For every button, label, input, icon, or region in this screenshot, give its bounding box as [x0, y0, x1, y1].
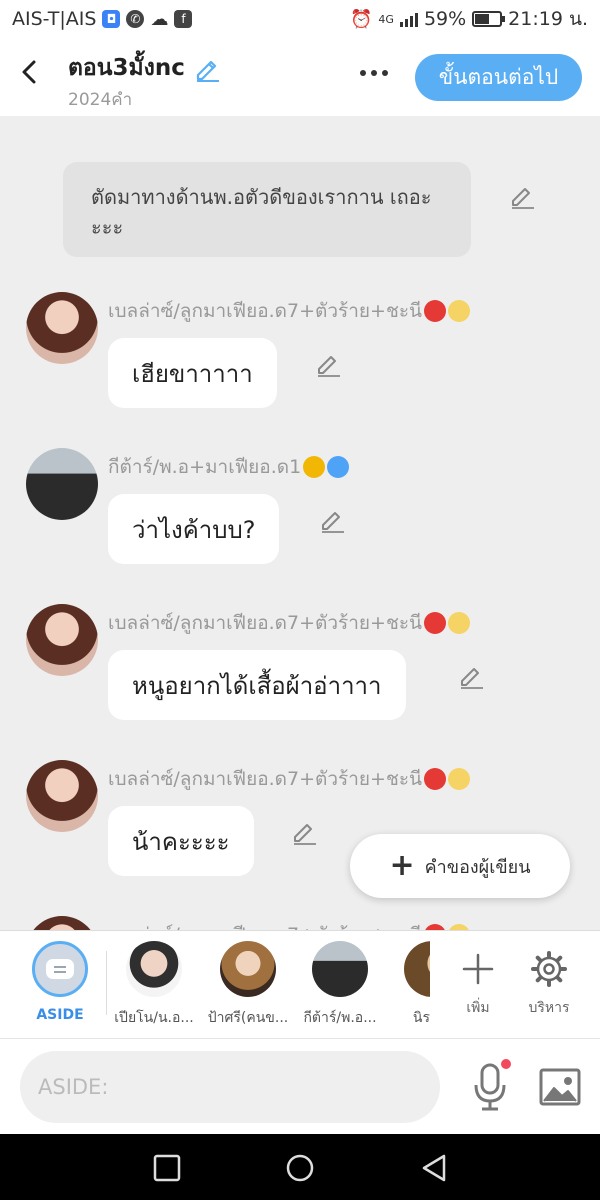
character-avatar — [404, 941, 430, 997]
edit-message-pencil-icon[interactable] — [457, 662, 485, 690]
character-label: ป้าศรี(คนข... — [207, 1010, 289, 1026]
character-avatar[interactable] — [26, 604, 98, 676]
shield-app-icon: ◘ — [102, 10, 121, 28]
character-name: เบลล่าซ์/ลูกมาเฟียอ.ด7+ตัวร้าย+ชะนี — [108, 296, 471, 326]
message-bubble[interactable]: เฮียขาาาาา — [108, 338, 277, 408]
back-nav-icon[interactable] — [418, 1152, 450, 1184]
battery-icon — [472, 11, 506, 27]
more-options-icon[interactable] — [352, 58, 396, 88]
composer-bar — [0, 1038, 600, 1134]
sweat-droplets-emoji-icon — [327, 456, 350, 478]
character-avatar — [126, 941, 182, 997]
character-chip[interactable]: เปียโน/น.อ... — [112, 941, 196, 1029]
divider — [106, 951, 107, 1015]
system-nav-bar — [0, 1134, 600, 1200]
status-bar: AIS-T|AIS ◘ ✆ ☁ f ⏰ 4G 59% 21:19 น. — [0, 0, 600, 38]
character-label: เปียโน/น.อ... — [114, 1010, 194, 1026]
character-avatar[interactable] — [26, 448, 98, 520]
edit-message-pencil-icon[interactable] — [290, 818, 318, 846]
crown-emoji-icon — [303, 456, 326, 478]
strawberry-emoji-icon — [424, 612, 447, 634]
cloud-icon: ☁ — [150, 8, 169, 30]
recent-apps-icon[interactable] — [151, 1152, 183, 1184]
character-avatar[interactable] — [26, 760, 98, 832]
narration-bubble[interactable]: ตัดมาทางด้านพ.อตัวดีของเรากาน เถอะะะะ — [63, 162, 471, 257]
author-note-button[interactable]: + คำของผู้เขียน — [350, 834, 570, 898]
chat-area[interactable]: ตัดมาทางด้านพ.อตัวดีของเรากาน เถอะะะะ เบ… — [0, 116, 600, 930]
word-count: 2024คำ — [68, 90, 133, 110]
edit-narration-pencil-icon[interactable] — [508, 182, 536, 210]
message-input[interactable] — [20, 1051, 440, 1123]
character-name: เบลล่าซ์/ลูกมาเฟียอ.ด7+ตัวร้าย+ชะนี — [108, 764, 471, 794]
sparkle-emoji-icon — [448, 612, 471, 634]
sparkle-emoji-icon — [448, 768, 471, 790]
character-name: เบลล่าซ์/ลูกมาเฟียอ.ด7+ตัวร้าย+ชะนี — [108, 920, 471, 930]
aside-avatar — [32, 941, 88, 997]
edit-title-pencil-icon[interactable] — [193, 54, 221, 82]
message-bubble[interactable]: น้าคะะะะ — [108, 806, 254, 876]
edit-message-pencil-icon[interactable] — [314, 350, 342, 378]
sparkle-emoji-icon — [448, 300, 471, 322]
episode-header: ตอน3มั้งnc 2024คำ ขั้นตอนต่อไป — [0, 38, 600, 116]
notification-dot — [501, 1059, 511, 1069]
character-chip[interactable]: ป้าศรี(คนข... — [206, 941, 290, 1029]
character-name: กีต้าร์/พ.อ+มาเฟียอ.ด1 — [108, 452, 350, 482]
plus-icon — [462, 953, 494, 985]
message-bubble[interactable]: หนูอยากได้เสื้อผ้าอ่าาาา — [108, 650, 406, 720]
character-label: กีต้าร์/พ.อ... — [303, 1010, 377, 1026]
character-avatar — [312, 941, 368, 997]
aside-character[interactable]: ASIDE — [18, 941, 102, 1023]
strawberry-emoji-icon — [424, 300, 447, 322]
manage-characters-button[interactable]: บริหาร — [517, 941, 581, 1019]
image-attach-icon[interactable] — [536, 1061, 584, 1113]
network-type-label: 4G — [378, 12, 394, 26]
carrier-label: AIS-T|AIS — [12, 8, 97, 30]
character-avatar — [220, 941, 276, 997]
episode-title-text: ตอน3มั้งnc — [68, 55, 185, 81]
character-avatar[interactable] — [26, 916, 98, 930]
edit-message-pencil-icon[interactable] — [318, 506, 346, 534]
add-character-button[interactable]: เพิ่ม — [446, 941, 510, 1019]
character-selector: ASIDE เปียโน/น.อ... ป้าศรี(คนข... กีต้าร… — [0, 930, 600, 1038]
character-label: นิร — [412, 1010, 430, 1026]
add-label: เพิ่ม — [466, 1000, 490, 1016]
clock: 21:19 น. — [508, 8, 588, 30]
home-icon[interactable] — [284, 1152, 316, 1184]
signal-icon — [399, 11, 418, 27]
author-note-label: คำของผู้เขียน — [424, 856, 531, 878]
aside-label: ASIDE — [36, 1007, 84, 1023]
alarm-icon: ⏰ — [349, 8, 373, 30]
microphone-icon[interactable] — [466, 1059, 514, 1115]
messenger-icon: ✆ — [126, 10, 145, 28]
strawberry-emoji-icon — [424, 768, 447, 790]
character-chip[interactable]: นิร — [380, 941, 430, 1029]
episode-title[interactable]: ตอน3มั้งnc — [68, 50, 221, 86]
character-name: เบลล่าซ์/ลูกมาเฟียอ.ด7+ตัวร้าย+ชะนี — [108, 608, 471, 638]
gear-icon — [531, 951, 567, 987]
manage-label: บริหาร — [528, 1000, 570, 1016]
facebook-icon: f — [174, 10, 193, 28]
plus-icon: + — [389, 848, 415, 883]
message-bubble[interactable]: ว่าไงค้าบบ? — [108, 494, 280, 564]
battery-percent: 59% — [423, 8, 467, 30]
back-arrow-icon[interactable] — [14, 54, 44, 90]
next-step-button[interactable]: ขั้นตอนต่อไป — [415, 54, 582, 101]
speech-bubble-icon — [46, 959, 74, 979]
character-chip[interactable]: กีต้าร์/พ.อ... — [298, 941, 382, 1029]
character-avatar[interactable] — [26, 292, 98, 364]
